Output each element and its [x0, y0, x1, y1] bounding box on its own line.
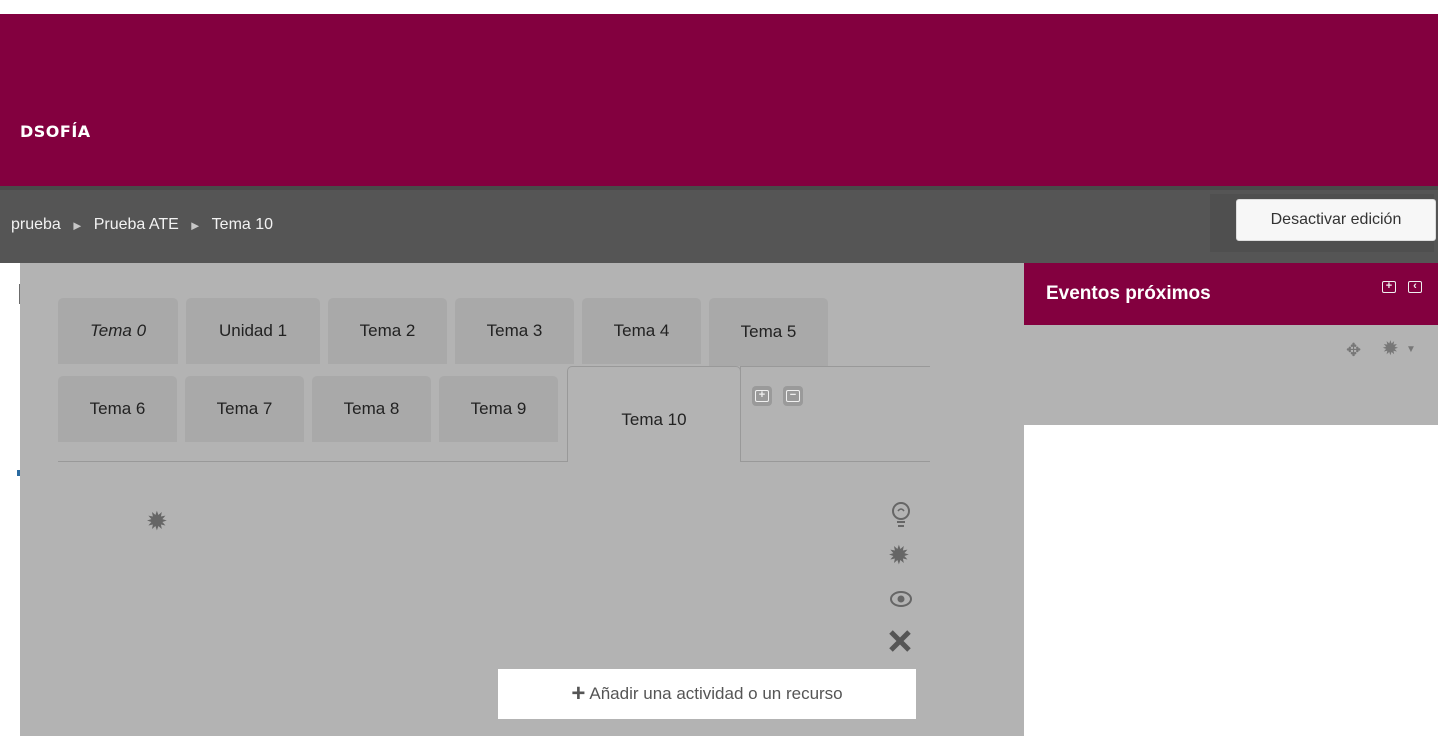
tab-unidad-1[interactable]: Unidad 1 [186, 298, 320, 364]
breadcrumb-separator: ► [188, 217, 202, 233]
plus-icon: + [571, 680, 586, 707]
top-strip [0, 0, 1438, 14]
breadcrumb-separator: ► [70, 217, 84, 233]
highlight-bulb-icon[interactable] [889, 501, 913, 533]
settings-icon[interactable]: ✹ [146, 508, 168, 534]
right-column-blank [1024, 425, 1438, 736]
delete-icon[interactable] [887, 628, 913, 658]
tab-tema-5[interactable]: Tema 5 [709, 298, 828, 366]
dock-add-icon[interactable]: + [1380, 278, 1398, 296]
tab-tema-2[interactable]: Tema 2 [328, 298, 447, 364]
tab-tema-10[interactable]: Tema 10 [567, 366, 741, 462]
navbar: prueba ► Prueba ATE ► Tema 10 [0, 186, 1438, 263]
tab-tema-6[interactable]: Tema 6 [58, 376, 177, 442]
site-header: DSOFÍA [0, 14, 1438, 186]
left-edge [0, 263, 20, 736]
toggle-editing-button[interactable]: Desactivar edición [1236, 199, 1436, 241]
tab-tema-8[interactable]: Tema 8 [312, 376, 431, 442]
minus-icon: − [786, 390, 800, 402]
breadcrumb-item-section[interactable]: Tema 10 [212, 216, 273, 234]
tab-tema-7[interactable]: Tema 7 [185, 376, 304, 442]
tab-tema-0[interactable]: Tema 0 [58, 298, 178, 364]
block-title: Eventos próximos [1046, 283, 1211, 304]
tabs-baseline [58, 461, 568, 462]
tab-controls [740, 366, 930, 462]
block-settings-icon[interactable]: ✹ [1382, 339, 1399, 359]
breadcrumb-item-course[interactable]: Prueba ATE [94, 216, 179, 234]
tab-tema-3[interactable]: Tema 3 [455, 298, 574, 364]
breadcrumb-item-prueba[interactable]: prueba [11, 216, 61, 234]
caret-down-icon[interactable]: ▼ [1406, 345, 1416, 355]
visibility-eye-icon[interactable] [889, 589, 913, 613]
plus-icon: + [755, 390, 769, 402]
add-section-button[interactable]: + [752, 386, 772, 406]
tab-tema-4[interactable]: Tema 4 [582, 298, 701, 364]
tab-tema-9[interactable]: Tema 9 [439, 376, 558, 442]
tabs-baseline [740, 461, 930, 462]
add-activity-label: Añadir una actividad o un recurso [589, 684, 843, 703]
move-icon[interactable]: ✥ [1346, 341, 1361, 359]
add-activity-button[interactable]: + Añadir una actividad o un recurso [498, 669, 916, 719]
edit-settings-icon[interactable]: ✹ [888, 542, 910, 568]
breadcrumb: prueba ► Prueba ATE ► Tema 10 [11, 216, 273, 234]
remove-section-button[interactable]: − [783, 386, 803, 406]
site-brand[interactable]: DSOFÍA [20, 122, 91, 141]
dock-collapse-icon[interactable]: ‹ [1406, 278, 1424, 296]
